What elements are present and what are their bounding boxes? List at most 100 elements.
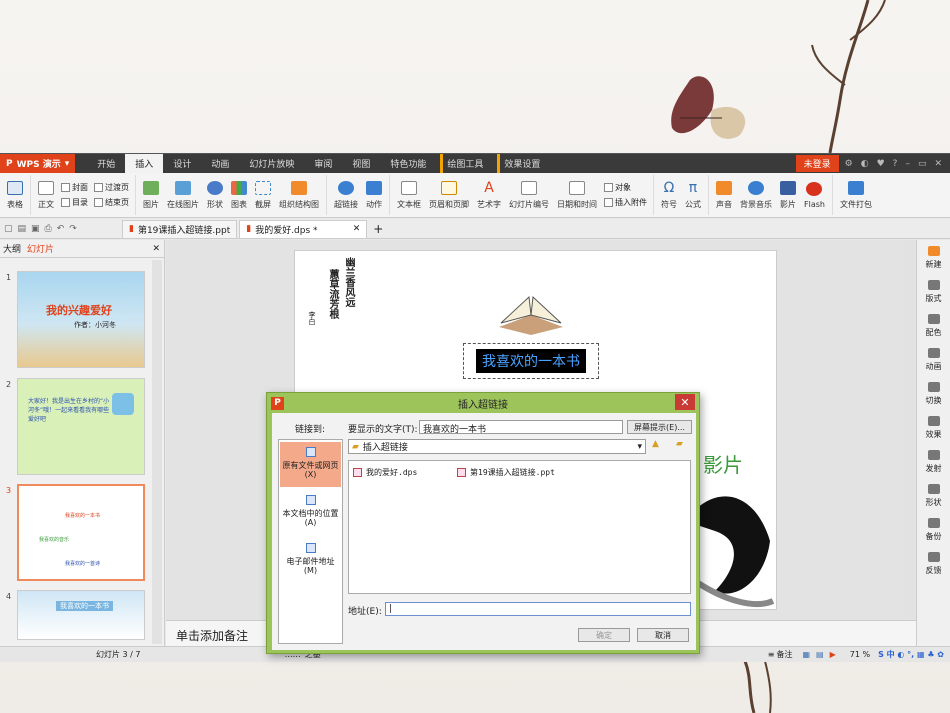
close-icon[interactable]: ✕ <box>675 394 695 410</box>
hyperlink-button[interactable]: 超链接 <box>330 180 362 210</box>
tab-animation[interactable]: 动画 <box>201 154 239 173</box>
sound-button[interactable]: 声音 <box>712 180 736 210</box>
file-item[interactable]: 我的爱好.dps <box>353 467 417 478</box>
picture-button[interactable]: 图片 <box>139 180 163 210</box>
action-button[interactable]: 动作 <box>362 180 386 210</box>
tab-slides[interactable]: 幻灯片 <box>27 242 54 255</box>
thumbnail-scrollbar[interactable] <box>152 260 162 644</box>
browse-folder-icon[interactable]: ▰ <box>676 439 683 449</box>
task-transition[interactable]: 切换 <box>917 382 950 410</box>
ok-button[interactable]: 确定 <box>578 628 630 642</box>
tab-special[interactable]: 特色功能 <box>380 154 436 173</box>
doc-tab-dps[interactable]: ▮ 我的爱好.dps * ✕ <box>239 219 368 238</box>
display-text-input[interactable]: 我喜欢的一本书 <box>419 420 623 435</box>
task-send[interactable]: 发射 <box>917 450 950 478</box>
flash-button[interactable]: Flash <box>800 181 829 209</box>
table-button[interactable]: 表格 <box>3 180 27 210</box>
task-color[interactable]: 配色 <box>917 314 950 342</box>
tab-view[interactable]: 视图 <box>342 154 380 173</box>
transition-icon <box>927 382 940 392</box>
link-option-email[interactable]: 电子邮件地址(M) <box>280 538 341 583</box>
link-option-existing-file[interactable]: 原有文件或网页(X) <box>280 442 341 487</box>
add-tab-icon[interactable]: + <box>373 222 383 236</box>
pack-button[interactable]: 文件打包 <box>836 180 876 210</box>
toc-button[interactable]: 目录 <box>61 197 88 208</box>
slide-number-button[interactable]: 幻灯片编号 <box>505 180 553 210</box>
object-button[interactable]: 对象 <box>604 182 647 193</box>
task-animation[interactable]: 动画 <box>917 348 950 376</box>
settings-icon[interactable]: ⚙ <box>845 159 853 169</box>
task-shape[interactable]: 形状 <box>917 484 950 512</box>
task-new[interactable]: 新建 <box>917 246 950 274</box>
app-menu-button[interactable]: P WPS 演示 ▾ <box>0 154 76 173</box>
address-input[interactable]: | <box>385 602 691 616</box>
notes-toggle[interactable]: ≡ 备注 <box>768 649 793 660</box>
tab-effect-settings[interactable]: 效果设置 <box>497 154 550 173</box>
task-effect[interactable]: 效果 <box>917 416 950 444</box>
header-footer-button[interactable]: 页眉和页脚 <box>425 180 473 210</box>
doc-tab-ppt[interactable]: ▮ 第19课插入超链接.ppt <box>122 219 238 238</box>
close-icon[interactable]: ✕ <box>934 159 942 169</box>
textbox-button[interactable]: 文本框 <box>393 180 425 210</box>
print-icon[interactable]: ⎙ <box>45 224 52 234</box>
shapes-button[interactable]: 形状 <box>203 180 227 210</box>
task-label: 配色 <box>925 328 942 337</box>
folder-select[interactable]: ▰ 插入超链接 ▾ <box>348 439 646 454</box>
close-pane-icon[interactable]: ✕ <box>152 244 160 254</box>
new-file-icon[interactable]: ▢ <box>4 224 13 234</box>
insert-attachment-button[interactable]: 插入附件 <box>604 197 647 208</box>
file-item[interactable]: 第19课插入超链接.ppt <box>457 467 555 478</box>
formula-button[interactable]: π 公式 <box>681 181 705 210</box>
shirt-icon[interactable]: ♥ <box>877 159 885 169</box>
normal-view-icon[interactable]: ▦ <box>802 650 810 659</box>
restore-icon[interactable]: ▭ <box>918 159 927 169</box>
slide-thumbnail-3[interactable]: 我喜欢的一本书 我喜欢的音乐 我喜欢的一首诗 <box>17 484 145 581</box>
symbol-button[interactable]: Ω 符号 <box>657 181 681 210</box>
task-layout[interactable]: 版式 <box>917 280 950 308</box>
open-icon[interactable]: ▤ <box>18 224 27 234</box>
login-button[interactable]: 未登录 <box>795 155 839 172</box>
dialog-title: 插入超链接 <box>458 399 508 411</box>
cover-button[interactable]: 封面 <box>61 182 88 193</box>
tab-drawing-tools[interactable]: 绘图工具 <box>440 154 493 173</box>
tab-home[interactable]: 开始 <box>87 154 125 173</box>
screenshot-button[interactable]: 截屏 <box>251 180 275 210</box>
slide-thumbnail-2[interactable]: 大家好！我是出生在乡村的“小河冬”哦！一起来看看我有哪些爱好吧 <box>17 378 145 475</box>
close-tab-icon[interactable]: ✕ <box>353 224 361 234</box>
slideshow-icon[interactable]: ▶ <box>830 650 836 659</box>
online-picture-button[interactable]: 在线图片 <box>163 180 203 210</box>
undo-icon[interactable]: ↶ <box>57 224 65 234</box>
body-button[interactable]: 正文 <box>34 180 58 210</box>
tab-slideshow[interactable]: 幻灯片放映 <box>239 154 304 173</box>
movie-button[interactable]: 影片 <box>776 180 800 210</box>
tab-design[interactable]: 设计 <box>163 154 201 173</box>
datetime-button[interactable]: 日期和时间 <box>553 180 601 210</box>
smartart-button[interactable]: 组织结构图 <box>275 180 323 210</box>
cancel-button[interactable]: 取消 <box>637 628 689 642</box>
tab-review[interactable]: 审阅 <box>304 154 342 173</box>
transition-page-button[interactable]: 过渡页 <box>94 182 129 193</box>
ending-page-button[interactable]: 结束页 <box>94 197 129 208</box>
tab-insert[interactable]: 插入 <box>125 154 164 173</box>
selected-textbox[interactable]: 我喜欢的一本书 <box>463 343 599 379</box>
ime-toolbar[interactable]: S 中 ◐ °, ▦ ♣ ✿ <box>878 649 944 660</box>
folder-up-icon[interactable]: ▲ <box>652 439 659 449</box>
task-backup[interactable]: 备份 <box>917 518 950 546</box>
wordart-button[interactable]: A 艺术字 <box>473 181 505 210</box>
slide-thumbnail-4[interactable]: 我喜欢的一本书 <box>17 590 145 640</box>
bg-music-button[interactable]: 背景音乐 <box>736 180 776 210</box>
slide-thumbnail-1[interactable]: 我的兴趣爱好 作者：小河冬 <box>17 271 145 368</box>
task-feedback[interactable]: 反馈 <box>917 552 950 580</box>
redo-icon[interactable]: ↷ <box>69 224 77 234</box>
canvas-scrollbar[interactable] <box>904 240 914 618</box>
tab-outline[interactable]: 大纲 <box>3 242 21 255</box>
skin-icon[interactable]: ◐ <box>861 159 869 169</box>
screentip-button[interactable]: 屏幕提示(E)... <box>627 420 692 434</box>
minimize-icon[interactable]: – <box>905 159 910 169</box>
save-icon[interactable]: ▣ <box>31 224 40 234</box>
dialog-titlebar[interactable]: P 插入超链接 ✕ <box>267 393 699 413</box>
chart-button[interactable]: 图表 <box>227 180 251 210</box>
help-icon[interactable]: ? <box>893 159 898 169</box>
link-option-this-document[interactable]: 本文档中的位置(A) <box>280 490 341 535</box>
sorter-view-icon[interactable]: ▤ <box>816 650 824 659</box>
